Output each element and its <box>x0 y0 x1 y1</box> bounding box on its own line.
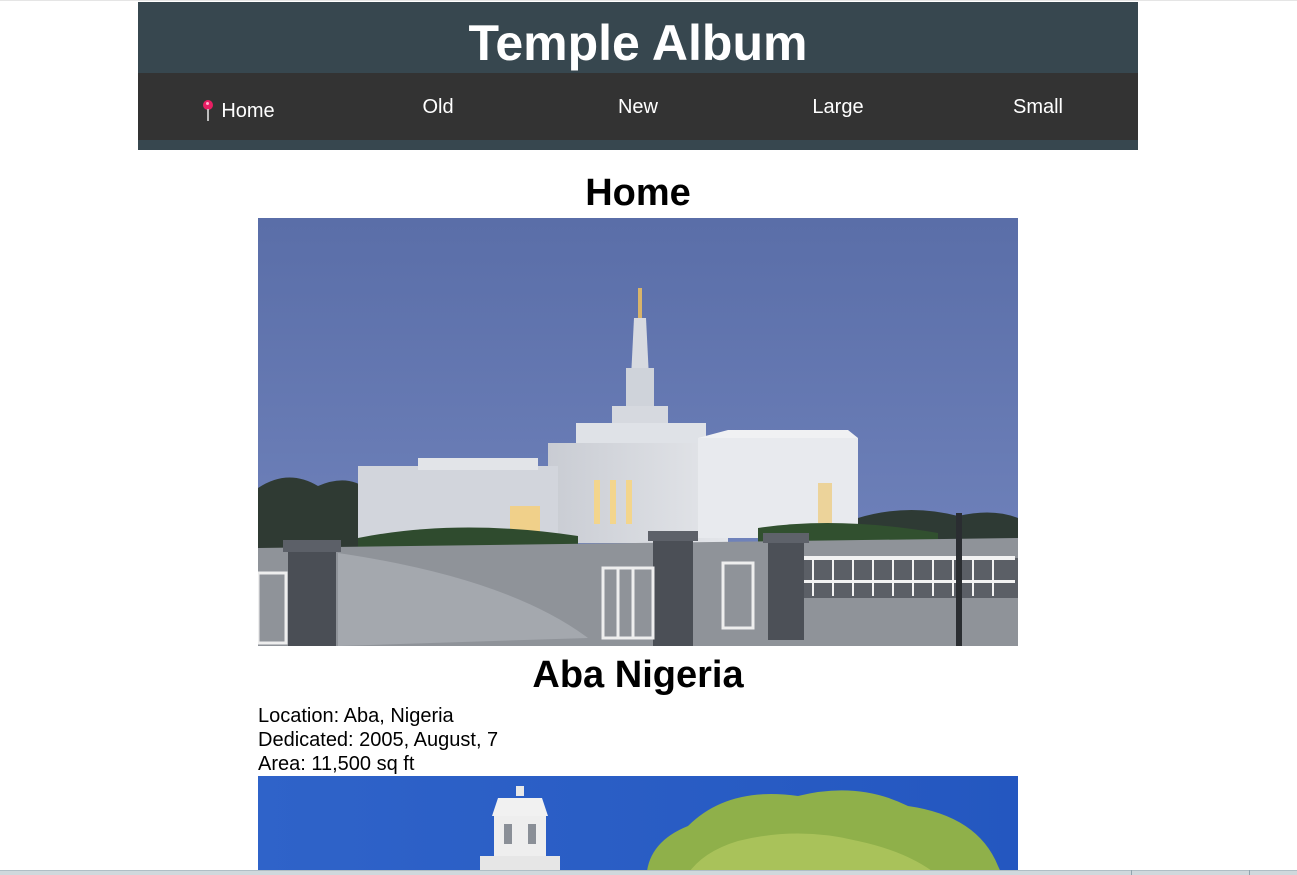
temple-photo <box>258 218 1018 646</box>
nav-item-label: Home <box>221 99 275 122</box>
page-heading: Home <box>585 172 691 214</box>
nav-item-home[interactable]: Home <box>138 77 338 144</box>
nav-item-label: Large <box>812 95 864 118</box>
site-header: Temple Album Home Old New Large Small <box>138 2 1138 150</box>
temple-area: Area: 11,500 sq ft <box>258 753 415 775</box>
main-nav: Home Old New Large Small <box>138 73 1138 140</box>
main-content: Home Aba Nigeria Location: Aba, Nigeria … <box>258 168 1018 875</box>
nav-item-new[interactable]: New <box>538 73 738 140</box>
divider <box>1131 870 1132 875</box>
nav-item-small[interactable]: Small <box>938 73 1138 140</box>
temple-dedicated: Dedicated: 2005, August, 7 <box>258 729 499 751</box>
temple-photo <box>258 776 1018 875</box>
nav-item-label: New <box>617 95 658 118</box>
nav-item-large[interactable]: Large <box>738 73 938 140</box>
pin-icon <box>201 99 215 122</box>
temple-location: Location: Aba, Nigeria <box>258 705 454 727</box>
nav-item-label: Old <box>422 95 454 118</box>
nav-item-old[interactable]: Old <box>338 73 538 140</box>
site-title: Temple Album <box>468 15 808 71</box>
temple-name: Aba Nigeria <box>532 654 744 696</box>
bottom-scrollbar-track <box>0 870 1297 875</box>
divider <box>1249 870 1250 875</box>
nav-item-label: Small <box>1012 95 1063 118</box>
page: Temple Album Home Old New Large Small Ho <box>0 0 1297 875</box>
top-divider <box>0 0 1297 1</box>
